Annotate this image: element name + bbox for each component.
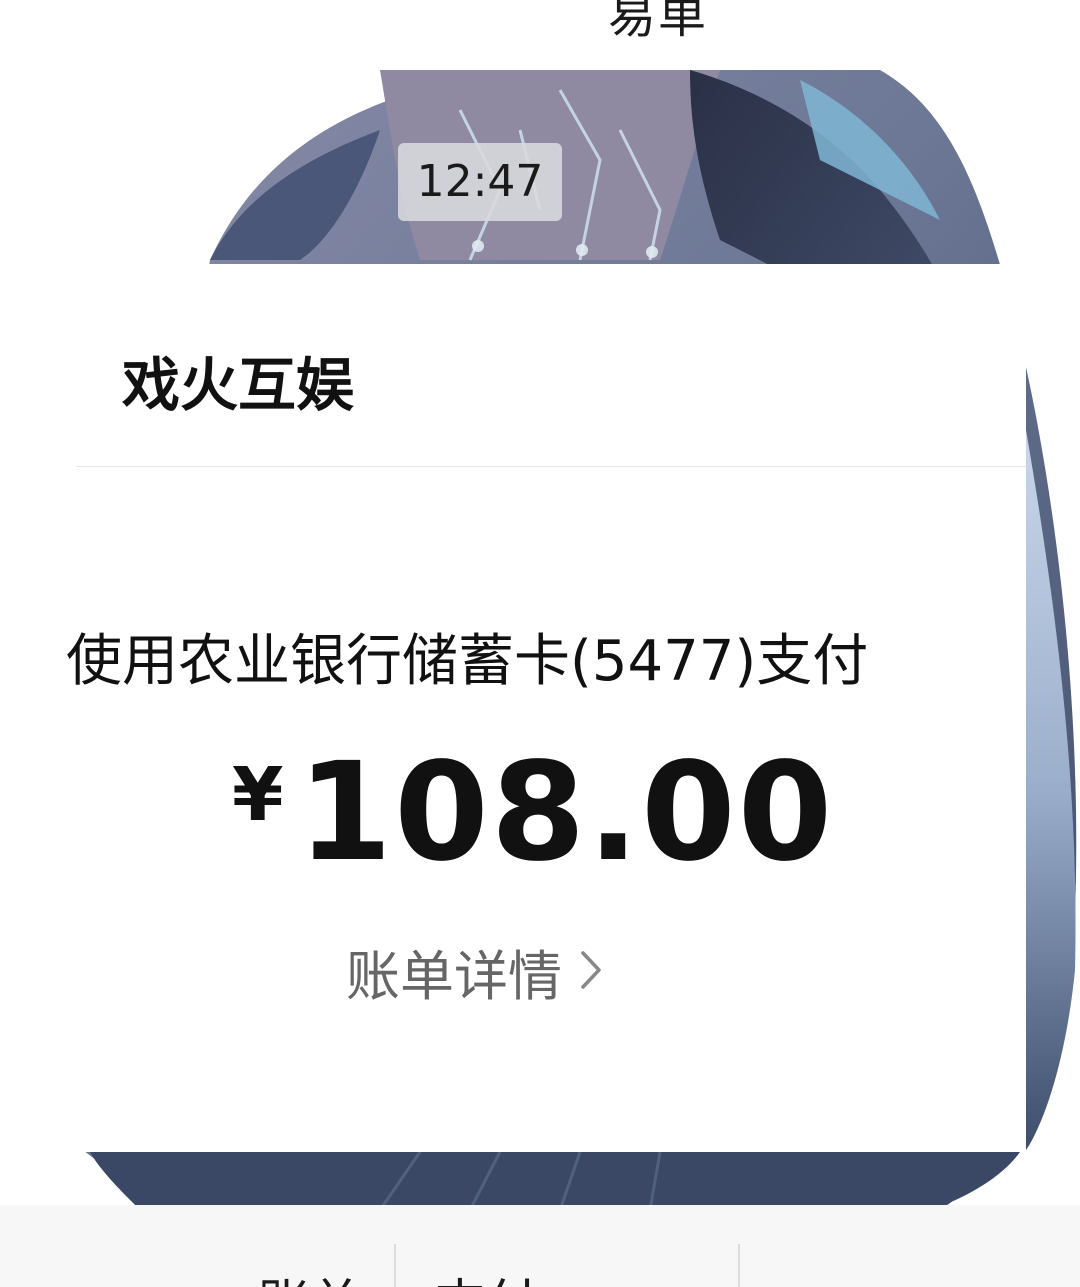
bottom-menu-bar [0, 1205, 1080, 1287]
currency-symbol: ¥ [232, 752, 284, 838]
header-title-fragment: 易单 [608, 0, 709, 44]
payment-amount: ¥ 108.00 [232, 734, 834, 892]
bottom-menu-separator [738, 1244, 740, 1287]
payment-notification-screen: 易单 12:47 戏火互娱 使用农业银行储蓄卡(5477)支付 ¥ 108.00… [0, 0, 1080, 1287]
bill-detail-label: 账单详情 [346, 945, 562, 1008]
merchant-name: 戏火互娱 [122, 351, 355, 419]
bottom-menu-item-pay[interactable]: 支付 [434, 1262, 538, 1287]
amount-value: 108.00 [297, 734, 835, 892]
bill-detail-link[interactable]: 账单详情 [346, 932, 602, 1011]
bottom-menu-separator [394, 1244, 396, 1287]
card-divider [76, 466, 1026, 467]
payment-method-text: 使用农业银行储蓄卡(5477)支付 [66, 629, 869, 694]
message-timestamp: 12:47 [398, 143, 562, 221]
payment-card[interactable]: 戏火互娱 使用农业银行储蓄卡(5477)支付 ¥ 108.00 账单详情 [0, 264, 1026, 1152]
bottom-menu-item-bill[interactable]: 账单 [258, 1262, 362, 1287]
chevron-right-icon [580, 940, 602, 1003]
